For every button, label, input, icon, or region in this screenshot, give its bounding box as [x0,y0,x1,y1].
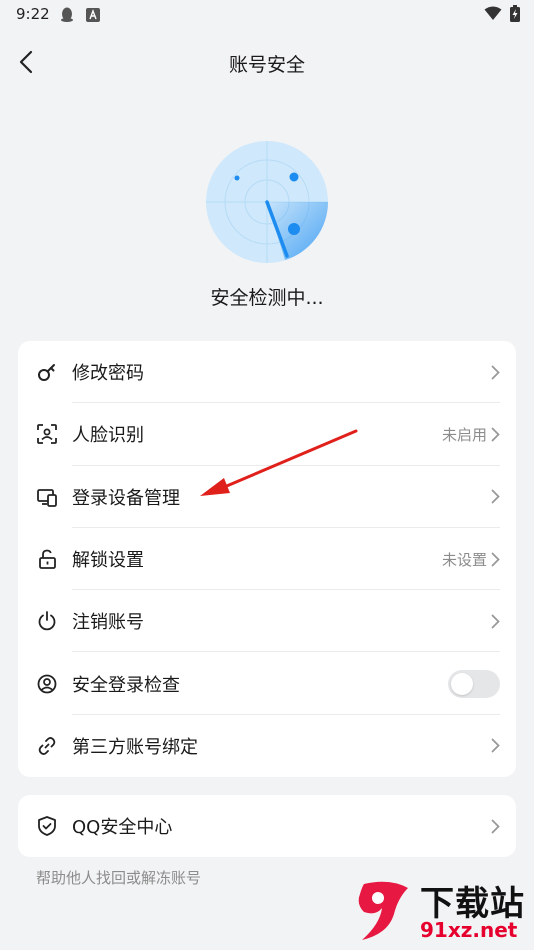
user-circle-icon [36,673,58,695]
row-label: 人脸识别 [72,425,144,447]
chevron-right-icon [491,365,500,380]
link-icon [36,735,58,757]
row-label: 注销账号 [72,612,144,634]
qq-center-tip: 帮助他人找回或解冻账号 [36,869,202,887]
row-label: 登录设备管理 [72,487,180,509]
chevron-right-icon [491,427,500,442]
security-settings-card: 修改密码 人脸识别 未启用 登录设备管理 解锁设置 未设置 注销账号 安全登录检… [18,341,516,777]
chevron-right-icon [491,552,500,566]
unlock-settings-row[interactable]: 解锁设置 未设置 [18,528,516,591]
chevron-right-icon [491,819,500,834]
unlock-icon [36,548,58,570]
devices-icon [36,486,58,508]
safe-login-check-row: 安全登录检查 [18,652,516,715]
key-icon [36,361,58,383]
chevron-right-icon [491,739,500,753]
chevron-right-icon [491,489,500,504]
toggle-knob [451,672,473,695]
face-scan-icon [36,423,58,445]
qq-security-center-card: QQ安全中心 [18,795,516,857]
status-bar: 9:22 [0,0,534,30]
nav-bar: 账号安全 [0,38,534,86]
status-time: 9:22 [16,5,50,23]
scan-status-text: 安全检测中... [210,287,324,309]
change-password-row[interactable]: 修改密码 [18,341,516,404]
login-device-management-row[interactable]: 登录设备管理 [18,466,516,528]
cancel-account-row[interactable]: 注销账号 [18,590,516,653]
row-label: 安全登录检查 [72,674,180,696]
safe-login-check-toggle[interactable] [448,669,500,698]
qq-security-center-row[interactable]: QQ安全中心 [18,795,516,857]
row-label: 第三方账号绑定 [72,736,198,758]
chevron-right-icon [491,614,500,629]
row-label: QQ安全中心 [72,817,173,839]
app-notification-icon [86,7,100,26]
unlock-settings-status: 未设置 [441,550,487,569]
watermark-logo-icon [358,881,408,940]
shield-check-icon [36,815,58,837]
third-party-binding-row[interactable]: 第三方账号绑定 [18,715,516,777]
watermark-url: 91xz.net [420,918,518,942]
battery-charging-icon [510,5,520,26]
face-recognition-row[interactable]: 人脸识别 未启用 [18,403,516,466]
security-scan-radar [205,140,329,264]
face-recognition-status: 未启用 [441,425,487,444]
row-label: 解锁设置 [72,550,144,572]
watermark: 下载站 91xz.net [354,874,530,946]
row-label: 修改密码 [72,363,144,385]
page-title: 账号安全 [228,54,305,76]
wifi-icon [484,6,502,25]
qq-penguin-icon [60,6,74,26]
power-icon [36,610,58,632]
